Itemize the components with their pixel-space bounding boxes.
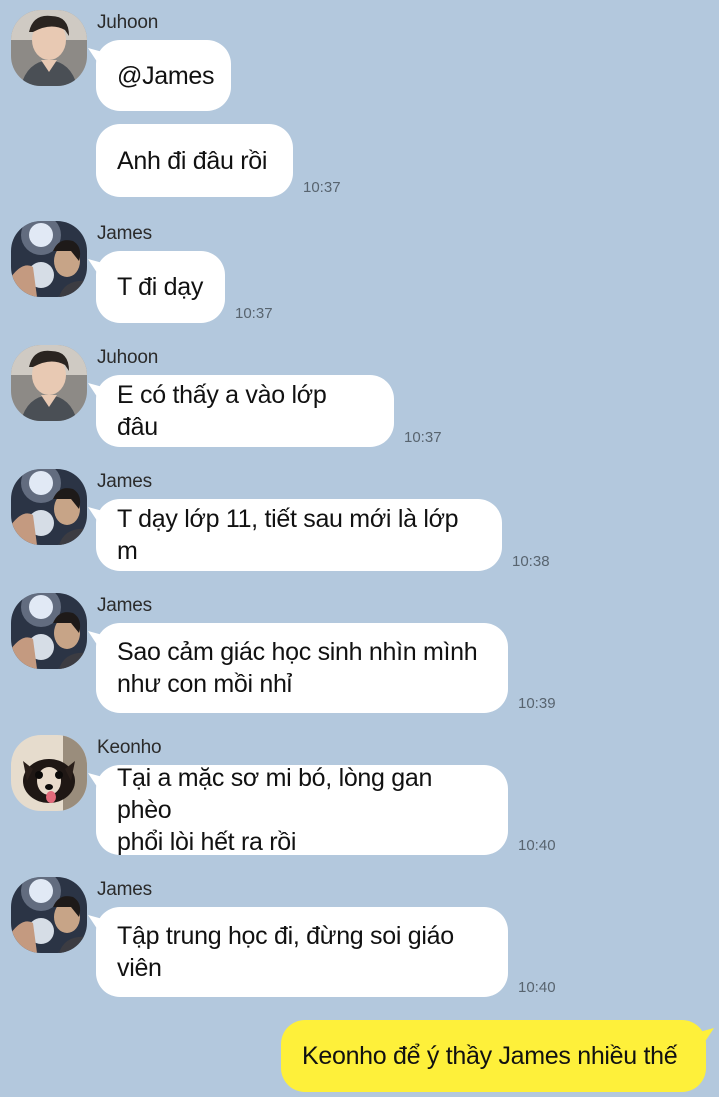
- message-bubble[interactable]: Tại a mặc sơ mi bó, lòng gan phèo phổi l…: [96, 764, 508, 856]
- avatar-james[interactable]: [11, 593, 87, 669]
- message-bubble[interactable]: E có thấy a vào lớp đâu: [96, 375, 394, 447]
- avatar-juhoon[interactable]: [11, 10, 87, 86]
- sender-name: James: [97, 879, 152, 900]
- message-time: 10:37: [303, 179, 341, 196]
- sender-name: James: [97, 223, 152, 244]
- sender-name: Juhoon: [97, 12, 159, 33]
- message-time: 10:39: [518, 695, 556, 712]
- message-bubble[interactable]: T đi dạy: [96, 251, 225, 323]
- sender-name: Keonho: [97, 737, 162, 758]
- message-time: 10:40: [518, 979, 556, 996]
- message-time: 10:40: [518, 837, 556, 854]
- message-bubble[interactable]: Anh đi đâu rồi: [96, 124, 293, 197]
- sender-name: James: [97, 471, 152, 492]
- sender-name: James: [97, 595, 152, 616]
- message-bubble[interactable]: Tập trung học đi, đừng soi giáo viên: [96, 907, 508, 997]
- message-time: 10:37: [235, 305, 273, 322]
- outgoing-message-bubble[interactable]: Keonho để ý thầy James nhiều thế: [281, 1020, 706, 1092]
- chat-thread[interactable]: Juhoon @James Anh đi đâu rồi 10:37 James…: [0, 0, 719, 1097]
- avatar-james[interactable]: [11, 469, 87, 545]
- avatar-james[interactable]: [11, 221, 87, 297]
- message-bubble[interactable]: T dạy lớp 11, tiết sau mới là lớp m: [96, 499, 502, 571]
- message-time: 10:38: [512, 553, 550, 570]
- avatar-keonho[interactable]: [11, 735, 87, 811]
- message-bubble[interactable]: @James: [96, 40, 231, 111]
- avatar-juhoon[interactable]: [11, 345, 87, 421]
- avatar-james[interactable]: [11, 877, 87, 953]
- message-time: 10:37: [404, 429, 442, 446]
- sender-name: Juhoon: [97, 347, 159, 368]
- message-bubble[interactable]: Sao cảm giác học sinh nhìn mình như con …: [96, 623, 508, 713]
